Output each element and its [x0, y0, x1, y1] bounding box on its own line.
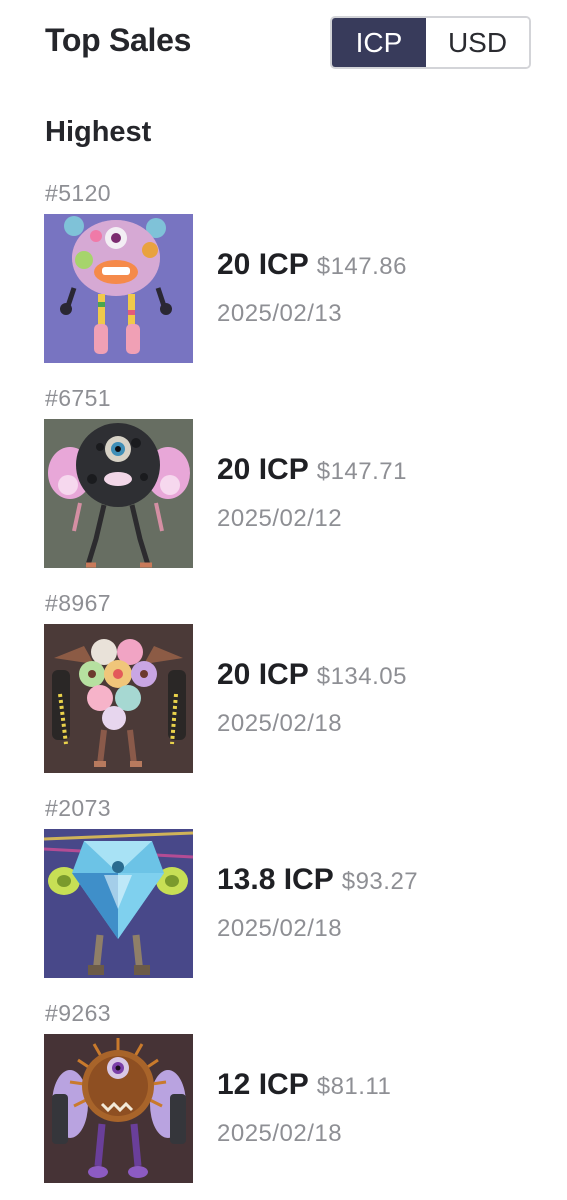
price-icp: 20 ICP: [217, 453, 309, 486]
sale-date: 2025/02/18: [217, 915, 343, 942]
price-usd: $147.86: [316, 253, 407, 280]
sale-item[interactable]: #8967 20 ICP $134.05 2025/02/18: [0, 590, 567, 780]
token-id: #2073: [45, 795, 111, 821]
nft-thumbnail[interactable]: [44, 419, 193, 568]
nft-thumbnail[interactable]: [44, 1034, 193, 1183]
price-icp: 12 ICP: [217, 1068, 309, 1101]
price-line: 20 ICP $147.71: [217, 453, 407, 487]
currency-toggle[interactable]: ICP USD: [330, 16, 531, 69]
nft-thumbnail[interactable]: [44, 829, 193, 978]
spiky-urchin-monster-image: [44, 1034, 193, 1183]
price-icp: 20 ICP: [217, 658, 309, 691]
cratered-orb-monster-image: [44, 419, 193, 568]
price-line: 20 ICP $147.86: [217, 248, 407, 282]
nft-thumbnail[interactable]: [44, 214, 193, 363]
section-title: Highest: [45, 116, 152, 148]
sale-item[interactable]: #9263 12 ICP $81.11 2025/02/18: [0, 1000, 567, 1190]
nft-thumbnail[interactable]: [44, 624, 193, 773]
price-usd: $93.27: [341, 868, 419, 895]
price-usd: $147.71: [316, 458, 407, 485]
token-id: #6751: [45, 385, 111, 411]
page-title: Top Sales: [45, 22, 192, 58]
price-line: 12 ICP $81.11: [217, 1068, 391, 1102]
bubble-cluster-monster-image: [44, 624, 193, 773]
price-line: 13.8 ICP $93.27: [217, 863, 418, 897]
sale-item[interactable]: #2073 13.8 ICP $93.27 2025/02/18: [0, 795, 567, 985]
price-line: 20 ICP $134.05: [217, 658, 407, 692]
crystal-gem-monster-image: [44, 829, 193, 978]
currency-option-usd[interactable]: USD: [426, 18, 529, 67]
sale-date: 2025/02/18: [217, 710, 343, 737]
token-id: #8967: [45, 590, 111, 616]
sale-date: 2025/02/12: [217, 505, 343, 532]
fuzzy-cyclops-monster-image: [44, 214, 193, 363]
price-usd: $81.11: [316, 1073, 392, 1100]
sale-date: 2025/02/18: [217, 1120, 343, 1147]
top-sales-page: Top Sales ICP USD Highest #5120 20 ICP $…: [0, 0, 567, 1200]
token-id: #5120: [45, 180, 111, 206]
sale-date: 2025/02/13: [217, 300, 343, 327]
token-id: #9263: [45, 1000, 111, 1026]
sale-item[interactable]: #6751 20 ICP $147.71 2025/02/12: [0, 385, 567, 575]
currency-option-icp[interactable]: ICP: [332, 18, 426, 67]
price-icp: 13.8 ICP: [217, 863, 334, 896]
sale-item[interactable]: #5120 20 ICP $147.86 2025/02/13: [0, 180, 567, 370]
price-icp: 20 ICP: [217, 248, 309, 281]
price-usd: $134.05: [316, 663, 407, 690]
